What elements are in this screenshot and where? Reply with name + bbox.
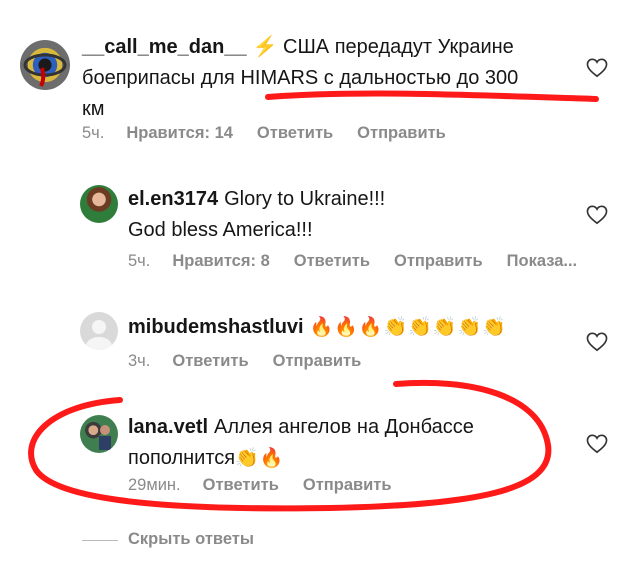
send-button[interactable]: Отправить bbox=[303, 476, 392, 494]
avatar[interactable] bbox=[80, 185, 118, 223]
comment-text-line2: боеприпасы для HIMARS с дальностью до 30… bbox=[82, 67, 519, 89]
send-button[interactable]: Отправить bbox=[357, 124, 446, 142]
likes-count[interactable]: Нравится: 8 bbox=[172, 252, 269, 270]
username[interactable]: mibudemshastluvi bbox=[128, 316, 304, 338]
comment-text-line1: Аллея ангелов на Донбассе bbox=[214, 416, 474, 438]
bolt-icon: ⚡ bbox=[252, 36, 278, 58]
heart-icon[interactable] bbox=[586, 434, 608, 454]
reply-button[interactable]: Ответить bbox=[203, 476, 279, 494]
avatar[interactable] bbox=[20, 40, 70, 90]
heart-icon[interactable] bbox=[586, 205, 608, 225]
comment-text-line3: км bbox=[82, 98, 105, 120]
comment-text-line2: пополнится bbox=[128, 447, 236, 469]
comment-text-line1: США передадут Украине bbox=[283, 36, 514, 58]
avatar[interactable] bbox=[80, 312, 118, 350]
username[interactable]: __call_me_dan__ bbox=[82, 36, 247, 58]
timestamp: 5ч. bbox=[128, 252, 151, 270]
reply-button[interactable]: Ответить bbox=[172, 352, 248, 370]
emoji-reaction: 👏🔥 bbox=[235, 448, 285, 469]
avatar[interactable] bbox=[80, 415, 118, 453]
send-button[interactable]: Отправить bbox=[273, 352, 362, 370]
hide-replies-divider bbox=[82, 540, 118, 541]
reply-button[interactable]: Ответить bbox=[294, 252, 370, 270]
emoji-reaction: 🔥🔥🔥👏👏👏👏👏 bbox=[309, 317, 507, 338]
heart-icon[interactable] bbox=[586, 332, 608, 352]
comment-text-line2: God bless America!!! bbox=[128, 219, 313, 241]
show-translation-button[interactable]: Показа... bbox=[507, 252, 578, 270]
timestamp: 5ч. bbox=[82, 124, 105, 142]
comment-text-line1: Glory to Ukraine!!! bbox=[224, 188, 386, 210]
likes-count[interactable]: Нравится: 14 bbox=[126, 124, 233, 142]
heart-icon[interactable] bbox=[586, 58, 608, 78]
timestamp: 29мин. bbox=[128, 476, 181, 494]
send-button[interactable]: Отправить bbox=[394, 252, 483, 270]
username[interactable]: lana.vetl bbox=[128, 416, 208, 438]
username[interactable]: el.en3174 bbox=[128, 188, 218, 210]
hide-replies-button[interactable]: Скрыть ответы bbox=[128, 530, 254, 549]
timestamp: 3ч. bbox=[128, 352, 151, 370]
reply-button[interactable]: Ответить bbox=[257, 124, 333, 142]
